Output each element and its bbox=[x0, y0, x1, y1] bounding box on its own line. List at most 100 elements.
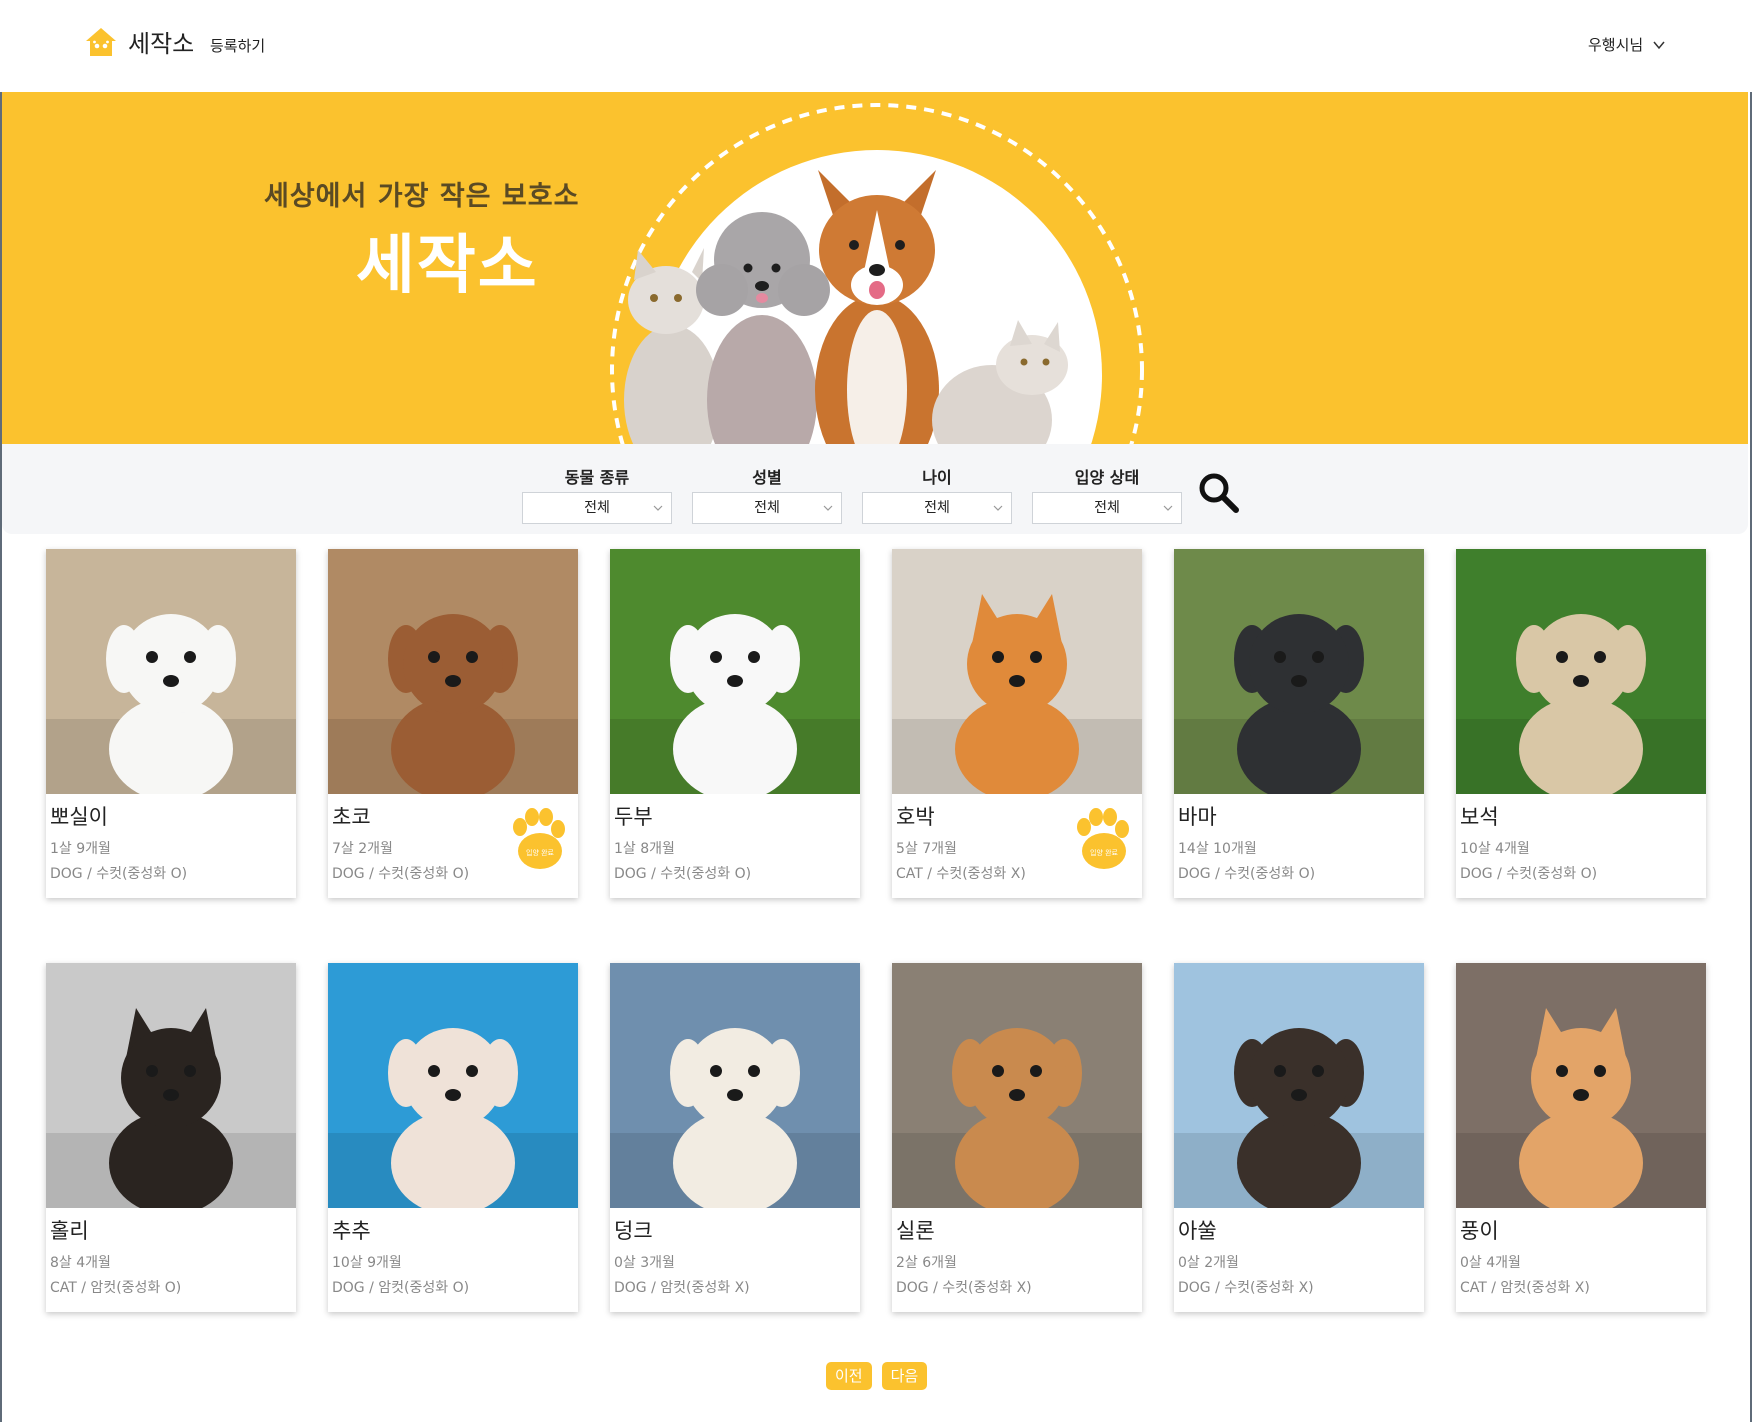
pet-card[interactable]: 보석 10살 4개월 DOG / 수컷(중성화 O) bbox=[1456, 549, 1706, 898]
pet-age: 8살 4개월 bbox=[50, 1255, 111, 1271]
pet-meta: DOG / 수컷(중성화 O) bbox=[50, 866, 188, 882]
pet-name: 풍이 bbox=[1460, 1219, 1499, 1243]
prev-page-button[interactable]: 이전 bbox=[826, 1362, 872, 1390]
house-logo-icon bbox=[86, 27, 116, 56]
pet-card[interactable]: 호박 5살 7개월 CAT / 수컷(중성화 X) 입양 완료 bbox=[892, 549, 1142, 898]
pet-age: 2살 6개월 bbox=[896, 1255, 957, 1271]
pet-age: 0살 2개월 bbox=[1178, 1255, 1239, 1271]
pet-photo bbox=[610, 549, 860, 794]
pet-name: 홀리 bbox=[50, 1219, 89, 1243]
gender-select[interactable]: 전체 bbox=[692, 492, 842, 524]
pet-meta: DOG / 수컷(중성화 O) bbox=[332, 866, 470, 882]
chevron-down-icon bbox=[823, 505, 833, 511]
pet-card[interactable]: 두부 1살 8개월 DOG / 수컷(중성화 O) bbox=[610, 549, 860, 898]
gender-select-value: 전체 bbox=[754, 500, 780, 516]
pet-card[interactable]: 추추 10살 9개월 DOG / 암컷(중성화 O) bbox=[328, 963, 578, 1312]
filter-species: 동물 종류 전체 bbox=[522, 464, 672, 524]
pet-card[interactable]: 덩크 0살 3개월 DOG / 암컷(중성화 X) bbox=[610, 963, 860, 1312]
adoption-select-value: 전체 bbox=[1094, 500, 1120, 516]
filter-age: 나이 전체 bbox=[862, 464, 1012, 524]
chevron-down-icon bbox=[1163, 505, 1173, 511]
pet-card[interactable]: 아쑬 0살 2개월 DOG / 수컷(중성화 X) bbox=[1174, 963, 1424, 1312]
pet-photo bbox=[46, 963, 296, 1208]
pet-photo bbox=[328, 963, 578, 1208]
pet-name: 초코 bbox=[332, 805, 371, 829]
pet-name: 실론 bbox=[896, 1219, 935, 1243]
pet-meta: DOG / 암컷(중성화 X) bbox=[614, 1280, 750, 1296]
pet-card[interactable]: 초코 7살 2개월 DOG / 수컷(중성화 O) 입양 완료 bbox=[328, 549, 578, 898]
pet-card[interactable]: 뽀실이 1살 9개월 DOG / 수컷(중성화 O) bbox=[46, 549, 296, 898]
hero-subtitle: 세상에서 가장 작은 보호소 bbox=[264, 181, 580, 212]
pet-meta: DOG / 수컷(중성화 O) bbox=[1178, 866, 1316, 882]
pet-name: 바마 bbox=[1178, 805, 1217, 829]
pet-meta: CAT / 암컷(중성화 O) bbox=[50, 1280, 182, 1296]
register-link[interactable]: 등록하기 bbox=[210, 35, 265, 56]
logo[interactable]: 세작소 bbox=[84, 24, 194, 59]
pet-card[interactable]: 바마 14살 10개월 DOG / 수컷(중성화 O) bbox=[1174, 549, 1424, 898]
pet-age: 0살 3개월 bbox=[614, 1255, 675, 1271]
user-name: 우행시님 bbox=[1588, 36, 1644, 54]
age-select-value: 전체 bbox=[924, 500, 950, 516]
hero-animals-illustration bbox=[610, 103, 1144, 444]
pet-photo bbox=[1174, 963, 1424, 1208]
pet-meta: DOG / 수컷(중성화 X) bbox=[1178, 1280, 1314, 1296]
search-icon[interactable] bbox=[1196, 470, 1240, 514]
filter-gender-label: 성별 bbox=[752, 468, 782, 487]
filter-gender: 성별 전체 bbox=[692, 464, 842, 524]
chevron-down-icon bbox=[1653, 41, 1665, 49]
pet-age: 7살 2개월 bbox=[332, 841, 393, 857]
pet-photo bbox=[610, 963, 860, 1208]
pet-age: 14살 10개월 bbox=[1178, 841, 1257, 857]
pet-card[interactable]: 풍이 0살 4개월 CAT / 암컷(중성화 X) bbox=[1456, 963, 1706, 1312]
chevron-down-icon bbox=[653, 505, 663, 511]
pet-meta: DOG / 수컷(중성화 X) bbox=[896, 1280, 1032, 1296]
adoption-select[interactable]: 전체 bbox=[1032, 492, 1182, 524]
pagination: 이전 다음 bbox=[826, 1362, 928, 1390]
age-select[interactable]: 전체 bbox=[862, 492, 1012, 524]
filter-species-label: 동물 종류 bbox=[564, 468, 630, 487]
next-page-button[interactable]: 다음 bbox=[881, 1362, 928, 1390]
pet-photo bbox=[328, 549, 578, 794]
pet-name: 뽀실이 bbox=[50, 805, 108, 829]
adopted-paw-badge-icon: 입양 완료 bbox=[1077, 808, 1129, 869]
pet-age: 1살 8개월 bbox=[614, 841, 675, 857]
filter-age-label: 나이 bbox=[922, 468, 952, 487]
logo-text: 세작소 bbox=[128, 30, 195, 58]
pet-card[interactable]: 홀리 8살 4개월 CAT / 암컷(중성화 O) bbox=[46, 963, 296, 1312]
hero-banner: 세상에서 가장 작은 보호소 세작소 bbox=[2, 92, 1748, 444]
filter-adoption-label: 입양 상태 bbox=[1074, 468, 1140, 487]
pet-name: 두부 bbox=[614, 805, 653, 829]
pet-age: 5살 7개월 bbox=[896, 841, 957, 857]
pet-name: 덩크 bbox=[614, 1219, 653, 1243]
user-menu[interactable]: 우행시님 bbox=[1588, 34, 1665, 55]
top-header: 세작소 등록하기 우행시님 bbox=[0, 0, 1752, 92]
pet-card[interactable]: 실론 2살 6개월 DOG / 수컷(중성화 X) bbox=[892, 963, 1142, 1312]
pet-name: 추추 bbox=[332, 1219, 371, 1243]
chevron-down-icon bbox=[993, 505, 1003, 511]
pet-age: 0살 4개월 bbox=[1460, 1255, 1521, 1271]
hero-title: 세작소 bbox=[356, 229, 539, 303]
adopted-badge-text: 입양 완료 bbox=[526, 849, 555, 857]
pet-age: 10살 9개월 bbox=[332, 1255, 402, 1271]
pet-photo bbox=[46, 549, 296, 794]
pet-photo bbox=[1174, 549, 1424, 794]
pet-meta: DOG / 수컷(중성화 O) bbox=[1460, 866, 1598, 882]
adopted-badge-text: 입양 완료 bbox=[1090, 849, 1119, 857]
pet-photo bbox=[1456, 549, 1706, 794]
pet-age: 10살 4개월 bbox=[1460, 841, 1530, 857]
filter-bar: 동물 종류 전체 성별 전체 나이 전체 입양 상태 전체 bbox=[2, 444, 1748, 534]
pet-meta: CAT / 수컷(중성화 X) bbox=[896, 866, 1026, 882]
pet-name: 호박 bbox=[896, 805, 935, 829]
species-select[interactable]: 전체 bbox=[522, 492, 672, 524]
pet-photo bbox=[892, 963, 1142, 1208]
pet-name: 보석 bbox=[1460, 805, 1499, 829]
species-select-value: 전체 bbox=[584, 500, 610, 516]
adopted-paw-badge-icon: 입양 완료 bbox=[513, 808, 565, 869]
pet-name: 아쑬 bbox=[1178, 1219, 1217, 1243]
pet-photo bbox=[892, 549, 1142, 794]
pet-age: 1살 9개월 bbox=[50, 841, 111, 857]
filter-adoption: 입양 상태 전체 bbox=[1032, 464, 1182, 524]
pet-meta: DOG / 암컷(중성화 O) bbox=[332, 1280, 470, 1296]
pet-meta: DOG / 수컷(중성화 O) bbox=[614, 866, 752, 882]
pet-meta: CAT / 암컷(중성화 X) bbox=[1460, 1280, 1590, 1296]
